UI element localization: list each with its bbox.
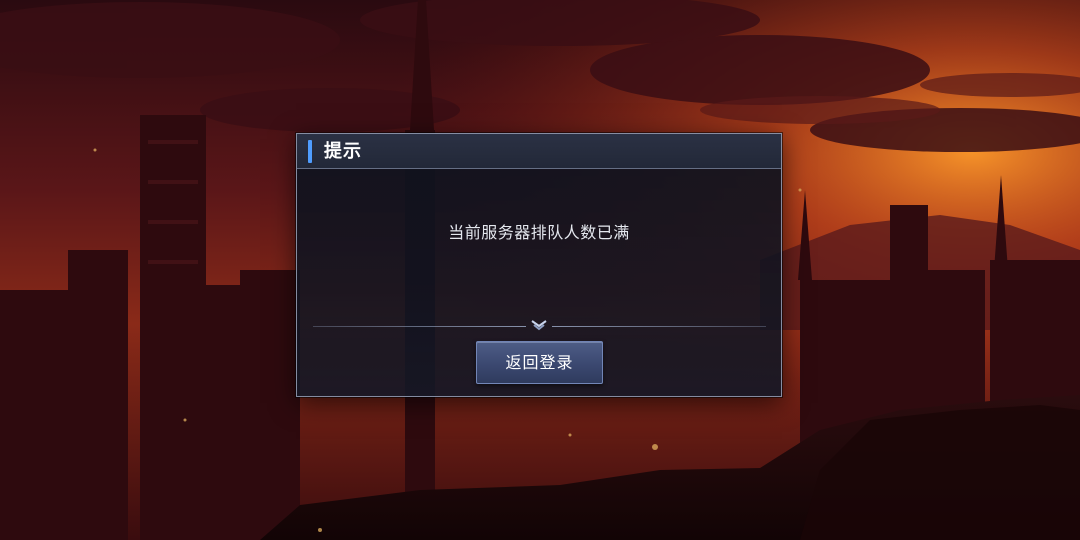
divider-line-left <box>313 326 526 327</box>
divider-line-right <box>552 326 766 327</box>
title-accent-bar <box>308 140 312 163</box>
dialog-header: 提示 <box>297 134 781 169</box>
return-to-login-button[interactable]: 返回登录 <box>476 341 603 384</box>
dialog-title: 提示 <box>324 141 362 162</box>
server-queue-dialog: 提示 当前服务器排队人数已满 返回登录 <box>296 133 782 397</box>
double-chevron-down-icon <box>531 320 547 331</box>
dialog-message: 当前服务器排队人数已满 <box>448 223 630 242</box>
